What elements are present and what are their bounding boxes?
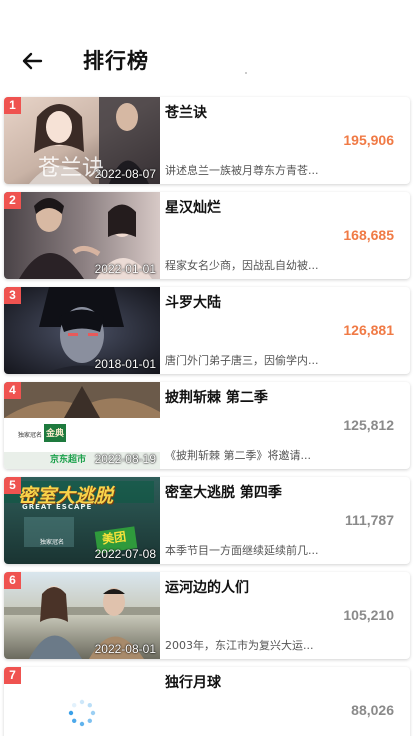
ranking-item-2[interactable]: 2 2022-01-01 星汉灿烂 168,685 程家女名少商，因战乱自幼被.… <box>4 192 410 279</box>
ranking-item-5[interactable]: 密室大逃脱 GREAT ESCAPE 独家冠名 美团 5 2022-07-08 … <box>4 477 410 564</box>
rank-badge: 1 <box>4 97 21 114</box>
poster-partner-label: 京东超市 <box>50 455 87 465</box>
release-date: 2022-01-01 <box>94 262 156 276</box>
show-title: 苍兰诀 <box>165 105 207 121</box>
poster-thumbnail: 3 2018-01-01 <box>4 287 160 374</box>
view-count: 105,210 <box>343 607 394 623</box>
ranking-item-1[interactable]: 苍兰诀 1 2022-08-07 苍兰诀 195,906 讲述息兰一族被月尊东方… <box>4 97 410 184</box>
release-date: 2018-01-01 <box>94 357 156 371</box>
rank-badge: 5 <box>4 477 21 494</box>
ranking-list: 苍兰诀 1 2022-08-07 苍兰诀 195,906 讲述息兰一族被月尊东方… <box>0 0 414 736</box>
show-description: 《披荆斩棘 第二季》将邀请... <box>165 449 311 462</box>
poster-subtitle: GREAT ESCAPE <box>22 503 93 511</box>
show-title: 斗罗大陆 <box>165 295 221 311</box>
app-root: 排行榜 苍兰诀 1 2022-08-07 苍兰诀 195,906 讲述息兰一族被… <box>0 0 414 736</box>
view-count: 88,026 <box>351 702 394 718</box>
poster-thumbnail: 7 <box>4 667 160 736</box>
show-title: 运河边的人们 <box>165 580 249 596</box>
release-date: 2022-08-19 <box>94 452 156 466</box>
release-date: 2022-07-08 <box>94 547 156 561</box>
loading-spinner-icon <box>68 699 96 727</box>
ranking-item-6[interactable]: 6 2022-08-01 运河边的人们 105,210 2003年，东江市为复兴… <box>4 572 410 659</box>
poster-brand-logo: 美团 <box>101 529 127 547</box>
poster-thumbnail: 2 2022-01-01 <box>4 192 160 279</box>
rank-badge: 6 <box>4 572 21 589</box>
view-count: 195,906 <box>343 132 394 148</box>
poster-thumbnail: 独家冠名 金典 京东超市 4 2022-08-19 <box>4 382 160 469</box>
show-description: 唐门外门弟子唐三，因偷学内... <box>165 354 319 367</box>
show-description: 讲述息兰一族被月尊东方青苍... <box>165 164 319 177</box>
rank-badge: 3 <box>4 287 21 304</box>
rank-badge: 2 <box>4 192 21 209</box>
show-title: 独行月球 <box>165 675 221 691</box>
poster-thumbnail: 苍兰诀 1 2022-08-07 <box>4 97 160 184</box>
show-description: 本季节目一方面继续延续前几... <box>165 544 319 557</box>
poster-sponsor-label: 独家冠名 <box>18 432 43 439</box>
ranking-item-7[interactable]: 7 独行月球 88,026 <box>4 667 410 736</box>
view-count: 111,787 <box>344 512 394 528</box>
view-count: 168,685 <box>343 227 394 243</box>
rank-badge: 4 <box>4 382 21 399</box>
show-description: 程家女名少商，因战乱自幼被... <box>165 259 319 272</box>
show-title: 星汉灿烂 <box>165 200 221 216</box>
poster-sponsor-label: 独家冠名 <box>40 539 65 546</box>
poster-thumbnail: 6 2022-08-01 <box>4 572 160 659</box>
poster-brand-logo: 金典 <box>46 429 65 439</box>
view-count: 125,812 <box>343 417 394 433</box>
release-date: 2022-08-01 <box>94 642 156 656</box>
show-title: 披荆斩棘 第二季 <box>165 390 268 406</box>
release-date: 2022-08-07 <box>94 167 156 181</box>
show-title: 密室大逃脱 第四季 <box>165 485 282 501</box>
ranking-item-3[interactable]: 3 2018-01-01 斗罗大陆 126,881 唐门外门弟子唐三，因偷学内.… <box>4 287 410 374</box>
view-count: 126,881 <box>343 322 394 338</box>
show-description: 2003年，东江市为复兴大运... <box>165 639 314 652</box>
rank-badge: 7 <box>4 667 21 684</box>
poster-thumbnail: 密室大逃脱 GREAT ESCAPE 独家冠名 美团 5 2022-07-08 <box>4 477 160 564</box>
ranking-item-4[interactable]: 独家冠名 金典 京东超市 4 2022-08-19 披荆斩棘 第二季 125,8… <box>4 382 410 469</box>
